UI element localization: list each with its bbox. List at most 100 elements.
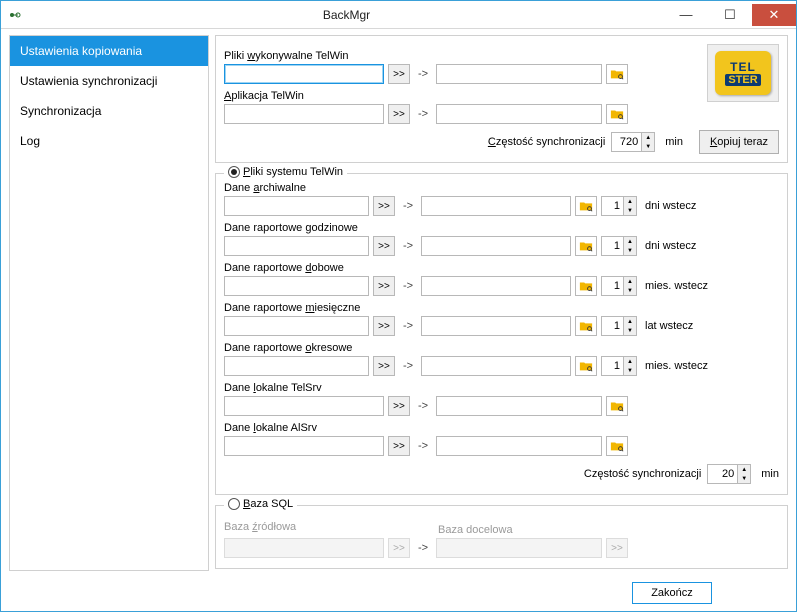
sys-source-dropdown[interactable]: >> [373,196,395,216]
exec-source-input[interactable] [224,64,384,84]
sys-item-label: Dane raportowe dobowe [224,262,779,274]
spin-down-icon[interactable]: ▼ [642,142,654,151]
footer: Zakończ [1,575,796,611]
exec-dest-input[interactable] [436,64,602,84]
sys-item-label: Dane raportowe miesięczne [224,302,779,314]
close-app-button[interactable]: Zakończ [632,582,712,604]
sys-dest-browse[interactable] [575,236,597,256]
sys-item-label: Dane lokalne TelSrv [224,382,779,394]
sys-source-input[interactable] [224,316,369,336]
minimize-button[interactable]: — [664,4,708,26]
maximize-button[interactable]: ☐ [708,4,752,26]
arrow-icon: -> [399,280,417,292]
spin-up-icon[interactable]: ▲ [624,237,636,246]
window-controls: — ☐ ✕ [664,4,796,26]
sidebar-item-sync[interactable]: Synchronizacja [10,96,208,126]
sql-source-input [224,538,384,558]
top-freq-spinner[interactable]: ▲▼ [611,132,655,152]
sys-num-spinner[interactable]: ▲▼ [601,236,637,256]
sys-source-input[interactable] [224,396,384,416]
spin-down-icon[interactable]: ▼ [624,246,636,255]
sys-dest-input[interactable] [421,276,571,296]
sidebar-item-sync-settings[interactable]: Ustawienia synchronizacji [10,66,208,96]
sql-group: Baza SQL Baza źródłowa Baza docelowa >> … [215,505,788,569]
top-freq-label: Częstość synchronizacji [488,136,605,148]
app-source-input[interactable] [224,104,384,124]
main-panel: TEL STER Kopiuj teraz Pliki wykonywalne … [215,35,788,571]
sys-num-spinner[interactable]: ▲▼ [601,356,637,376]
spin-down-icon[interactable]: ▼ [624,286,636,295]
arrow-icon: -> [399,240,417,252]
sys-item-label: Dane archiwalne [224,182,779,194]
sql-radio[interactable] [228,498,240,510]
sidebar-item-log[interactable]: Log [10,126,208,156]
arrow-icon: -> [399,360,417,372]
sys-source-dropdown[interactable]: >> [388,436,410,456]
exec-dest-browse[interactable] [606,64,628,84]
sys-unit: dni wstecz [645,240,696,252]
executables-group: TEL STER Kopiuj teraz Pliki wykonywalne … [215,35,788,163]
spin-down-icon[interactable]: ▼ [624,326,636,335]
system-files-radio[interactable] [228,166,240,178]
arrow-icon: -> [399,320,417,332]
titlebar: BackMgr — ☐ ✕ [1,1,796,29]
sidebar-item-copy-settings[interactable]: Ustawienia kopiowania [10,36,208,66]
sys-item-label: Dane raportowe godzinowe [224,222,779,234]
app-dest-input[interactable] [436,104,602,124]
spin-down-icon[interactable]: ▼ [738,474,750,483]
sys-source-input[interactable] [224,196,369,216]
sidebar: Ustawienia kopiowania Ustawienia synchro… [9,35,209,571]
sys-source-dropdown[interactable]: >> [373,276,395,296]
spin-up-icon[interactable]: ▲ [624,277,636,286]
sql-dst-label: Baza docelowa [438,524,513,536]
sys-dest-input[interactable] [421,356,571,376]
spin-down-icon[interactable]: ▼ [624,206,636,215]
sys-source-input[interactable] [224,436,384,456]
logo: TEL STER [707,44,779,102]
sys-source-input[interactable] [224,276,369,296]
arrow-icon: -> [414,108,432,120]
sys-num-spinner[interactable]: ▲▼ [601,276,637,296]
sys-dest-browse[interactable] [575,356,597,376]
sys-dest-input[interactable] [421,196,571,216]
spin-up-icon[interactable]: ▲ [738,465,750,474]
app-label: Aplikacja TelWin [224,90,779,102]
close-button[interactable]: ✕ [752,4,796,26]
copy-now-button[interactable]: Kopiuj teraz [699,130,779,154]
sys-freq-spinner[interactable]: ▲▼ [707,464,751,484]
sys-source-dropdown[interactable]: >> [373,316,395,336]
sys-dest-input[interactable] [436,396,602,416]
spin-up-icon[interactable]: ▲ [642,133,654,142]
arrow-icon: -> [414,68,432,80]
app-dest-browse[interactable] [606,104,628,124]
sys-dest-browse[interactable] [606,396,628,416]
sql-source-dropdown: >> [388,538,410,558]
sql-title: Baza SQL [243,498,293,510]
sys-item-label: Dane lokalne AlSrv [224,422,779,434]
sys-source-dropdown[interactable]: >> [373,236,395,256]
sys-source-input[interactable] [224,236,369,256]
exec-source-dropdown[interactable]: >> [388,64,410,84]
sys-dest-input[interactable] [436,436,602,456]
spin-up-icon[interactable]: ▲ [624,197,636,206]
sys-num-spinner[interactable]: ▲▼ [601,316,637,336]
sys-unit: mies. wstecz [645,360,708,372]
sys-dest-browse[interactable] [575,316,597,336]
sys-dest-browse[interactable] [575,276,597,296]
spin-down-icon[interactable]: ▼ [624,366,636,375]
arrow-icon: -> [399,200,417,212]
sys-dest-browse[interactable] [606,436,628,456]
system-files-group: Pliki systemu TelWin Dane archiwalne>>->… [215,173,788,495]
sys-dest-input[interactable] [421,316,571,336]
exec-label: Pliki wykonywalne TelWin [224,50,779,62]
app-source-dropdown[interactable]: >> [388,104,410,124]
sys-dest-input[interactable] [421,236,571,256]
sys-dest-browse[interactable] [575,196,597,216]
sys-source-input[interactable] [224,356,369,376]
sys-source-dropdown[interactable]: >> [388,396,410,416]
sys-source-dropdown[interactable]: >> [373,356,395,376]
sys-num-spinner[interactable]: ▲▼ [601,196,637,216]
spin-up-icon[interactable]: ▲ [624,357,636,366]
arrow-icon: -> [414,400,432,412]
spin-up-icon[interactable]: ▲ [624,317,636,326]
